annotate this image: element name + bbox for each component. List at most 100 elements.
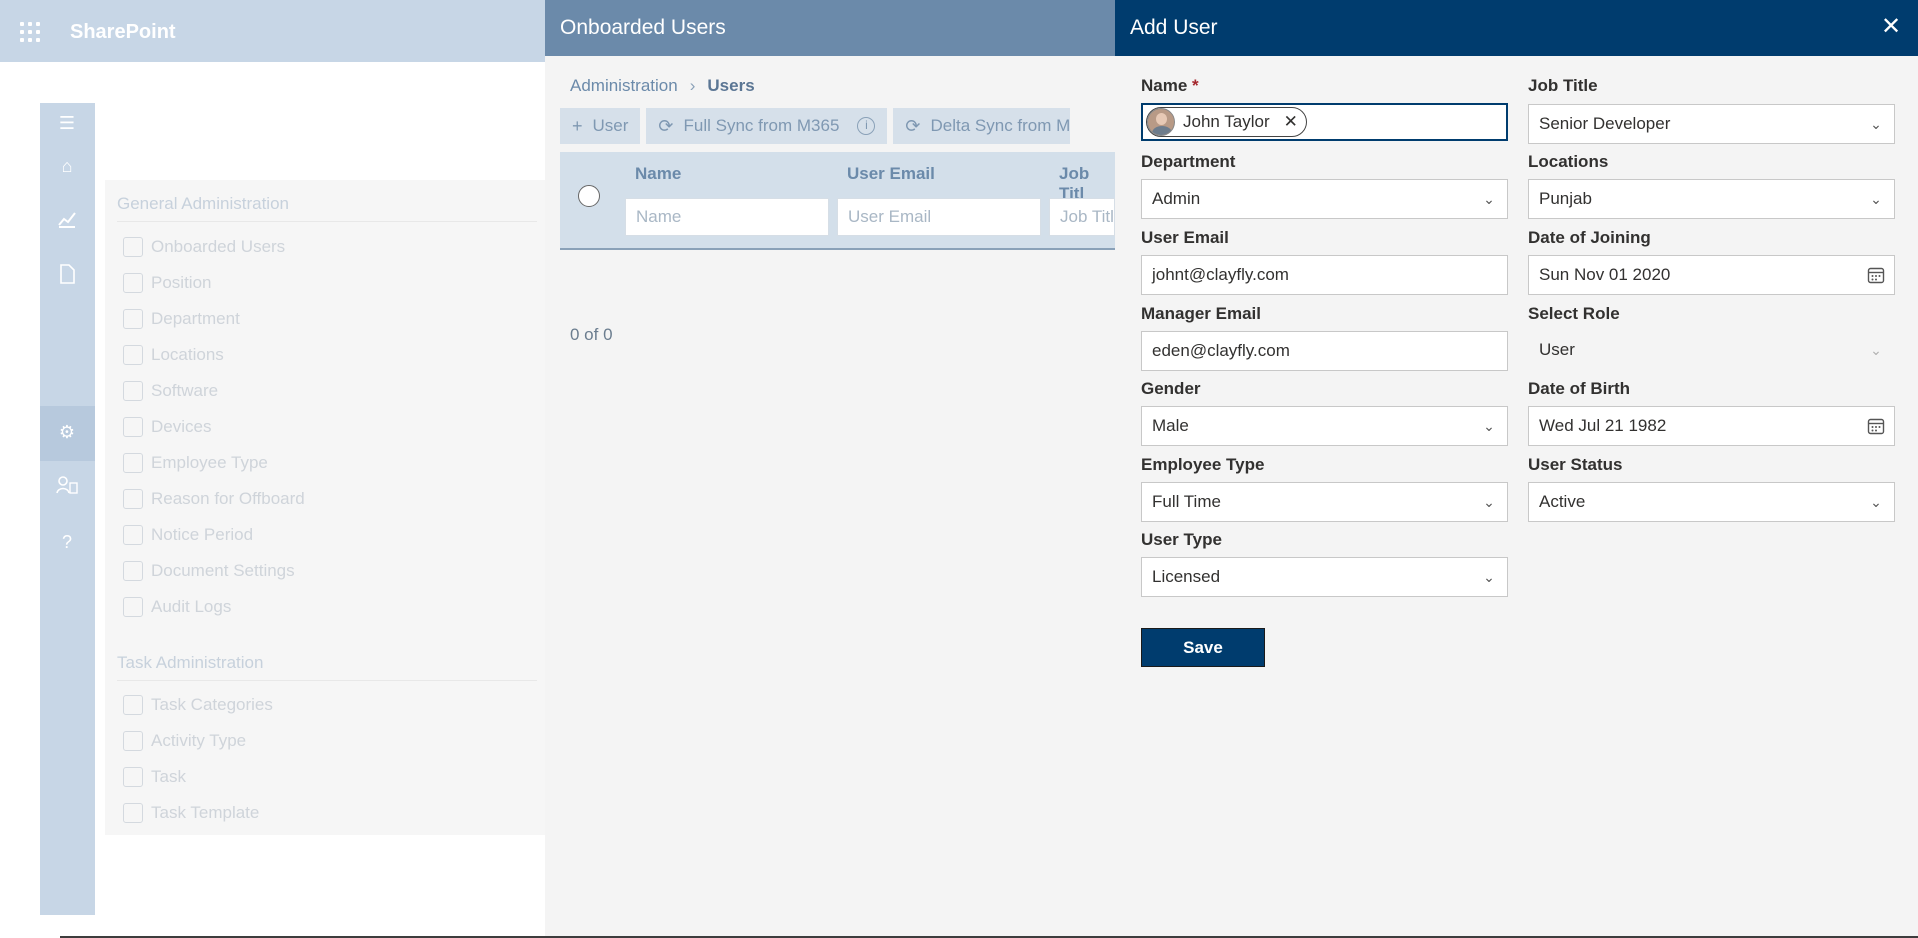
date-of-joining-label: Date of Joining [1528, 228, 1651, 247]
gender-value: Male [1152, 416, 1189, 435]
chevron-down-icon: ⌄ [1870, 493, 1882, 510]
name-people-picker[interactable]: John Taylor ✕ [1141, 103, 1508, 141]
chevron-down-icon: ⌄ [1483, 190, 1495, 207]
document-icon[interactable] [55, 264, 79, 288]
nav-item-software[interactable]: Software [123, 381, 218, 401]
software-icon [123, 381, 143, 401]
remove-persona-icon[interactable]: ✕ [1284, 112, 1298, 132]
checkbox-icon [123, 767, 143, 787]
clipboard-icon [123, 731, 143, 751]
nav-item-task-categories[interactable]: Task Categories [123, 695, 273, 715]
nav-item-document-settings[interactable]: Document Settings [123, 561, 295, 581]
gender-dropdown[interactable]: Male ⌄ [1141, 406, 1508, 446]
job-title-filter-input[interactable]: Job Titl [1049, 198, 1115, 236]
nav-item-activity-type[interactable]: Activity Type [123, 731, 246, 751]
chevron-right-icon: › [689, 76, 696, 95]
add-user-button[interactable]: + User [560, 108, 641, 144]
dialog-header: Add User ✕ [1115, 0, 1918, 56]
department-dropdown[interactable]: Admin ⌄ [1141, 179, 1508, 219]
sync-icon: ⟳ [658, 115, 674, 136]
nav-item-onboarded-users[interactable]: Onboarded Users [123, 237, 285, 257]
date-of-birth-picker[interactable]: Wed Jul 21 1982 [1528, 406, 1895, 446]
select-all-radio[interactable] [578, 185, 600, 207]
date-of-birth-value: Wed Jul 21 1982 [1539, 416, 1667, 435]
chevron-down-icon: ⌄ [1870, 190, 1882, 207]
user-type-value: Licensed [1152, 567, 1221, 586]
gender-label: Gender [1141, 379, 1201, 398]
plus-icon: + [572, 115, 583, 136]
select-role-dropdown[interactable]: User ⌄ [1528, 330, 1895, 370]
nav-item-employee-type[interactable]: Employee Type [123, 453, 268, 473]
devices-icon [123, 417, 143, 437]
user-email-filter-input[interactable]: User Email [837, 198, 1041, 236]
info-icon[interactable]: i [857, 117, 876, 135]
nav-item-reason-for-offboard[interactable]: Reason for Offboard [123, 489, 305, 509]
calendar-clock-icon [123, 525, 143, 545]
nav-item-audit-logs[interactable]: Audit Logs [123, 597, 231, 617]
department-label: Department [1141, 152, 1236, 171]
users-toolbar: + User ⟳ Full Sync from M365 i ⟳ Delta S… [560, 108, 1076, 144]
chevron-down-icon: ⌄ [1483, 568, 1495, 585]
user-type-dropdown[interactable]: Licensed ⌄ [1141, 557, 1508, 597]
nav-item-task-template[interactable]: Task Template [123, 803, 259, 823]
persona-name: John Taylor [1183, 112, 1270, 131]
manager-email-field[interactable]: eden@clayfly.com [1141, 331, 1508, 371]
column-user-email[interactable]: User Email [847, 164, 935, 184]
nav-item-task[interactable]: Task [123, 767, 186, 787]
org-chart-icon [123, 309, 143, 329]
app-title[interactable]: SharePoint [70, 21, 176, 44]
breadcrumb-users: Users [707, 76, 755, 95]
locations-label: Locations [1528, 152, 1609, 171]
employee-type-value: Full Time [1152, 492, 1221, 511]
nav-item-devices[interactable]: Devices [123, 417, 211, 437]
job-title-value: Senior Developer [1539, 114, 1671, 133]
chevron-down-icon: ⌄ [1483, 417, 1495, 434]
chart-icon[interactable] [55, 209, 79, 233]
delta-sync-button[interactable]: ⟳ Delta Sync from M [893, 108, 1071, 144]
user-type-label: User Type [1141, 530, 1222, 549]
home-icon[interactable]: ⌂ [55, 154, 79, 178]
dialog-title: Add User [1130, 16, 1218, 39]
calendar-icon[interactable] [1858, 417, 1894, 435]
nav-item-notice-period[interactable]: Notice Period [123, 525, 253, 545]
calendar-icon[interactable] [1858, 266, 1894, 284]
manager-email-value: eden@clayfly.com [1152, 341, 1290, 360]
chevron-down-icon: ⌄ [1870, 341, 1882, 358]
position-icon [123, 273, 143, 293]
department-value: Admin [1152, 189, 1201, 208]
employee-type-dropdown[interactable]: Full Time ⌄ [1141, 482, 1508, 522]
divider [117, 221, 537, 222]
location-pin-icon [123, 345, 143, 365]
waffle-icon[interactable] [20, 22, 40, 42]
people-icon[interactable] [55, 475, 79, 499]
job-title-label: Job Title [1528, 76, 1598, 95]
full-sync-button[interactable]: ⟳ Full Sync from M365 i [646, 108, 888, 144]
job-title-dropdown[interactable]: Senior Developer ⌄ [1528, 104, 1895, 144]
document-settings-icon [123, 561, 143, 581]
name-filter-input[interactable]: Name [625, 198, 829, 236]
chevron-down-icon: ⌄ [1870, 115, 1882, 132]
help-icon[interactable]: ? [55, 530, 79, 554]
general-admin-title: General Administration [117, 194, 289, 213]
nav-item-position[interactable]: Position [123, 273, 211, 293]
close-icon[interactable]: ✕ [1878, 14, 1904, 40]
breadcrumb-administration[interactable]: Administration [570, 76, 678, 96]
users-panel-title: Onboarded Users [560, 16, 726, 39]
manager-email-label: Manager Email [1141, 304, 1261, 323]
users-icon [123, 237, 143, 257]
user-status-dropdown[interactable]: Active ⌄ [1528, 482, 1895, 522]
nav-item-department[interactable]: Department [123, 309, 240, 329]
breadcrumb: Administration › Users [570, 76, 755, 96]
sync-icon: ⟳ [905, 115, 921, 136]
date-of-joining-picker[interactable]: Sun Nov 01 2020 [1528, 255, 1895, 295]
nav-item-locations[interactable]: Locations [123, 345, 224, 365]
avatar [1147, 108, 1175, 136]
chevron-down-icon: ⌄ [1483, 493, 1495, 510]
hamburger-icon[interactable]: ☰ [55, 111, 79, 135]
locations-dropdown[interactable]: Punjab ⌄ [1528, 179, 1895, 219]
audit-log-icon [123, 597, 143, 617]
column-name[interactable]: Name [635, 164, 681, 184]
gear-icon[interactable]: ⚙ [55, 420, 79, 444]
save-button[interactable]: Save [1141, 628, 1265, 667]
user-email-field[interactable]: johnt@clayfly.com [1141, 255, 1508, 295]
